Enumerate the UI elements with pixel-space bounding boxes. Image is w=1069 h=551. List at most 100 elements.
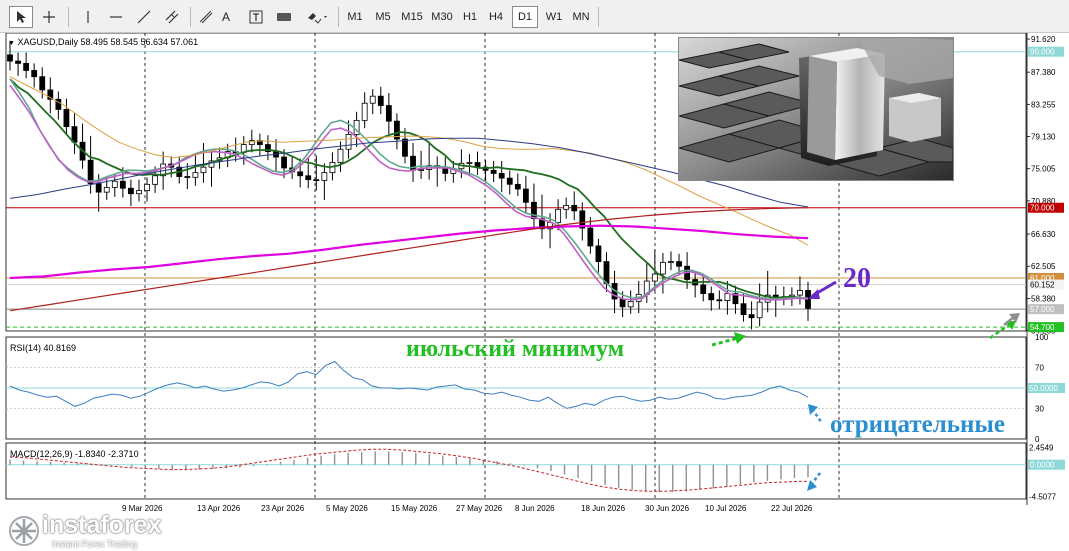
y-tick-label: 58.380 [1031,294,1056,303]
bullish-candle [369,95,376,104]
y-tick-label: 62.505 [1031,262,1056,271]
channel-icon[interactable] [160,6,184,28]
bearish-candle [385,105,392,122]
bearish-candle [377,95,384,106]
level-tag-label: 60.152 [1030,281,1055,290]
rsi-y-tick-label: 70 [1035,364,1044,373]
timeframe-m15-button[interactable]: M15 [398,6,426,28]
toolbar: A M1 M5 M15 M30 H1 H4 D1 W1 MN [0,0,1069,33]
annotation-arrowhead-july-low [734,332,746,344]
text-icon[interactable]: A [214,6,238,28]
bearish-candle [39,76,46,91]
shapes-menu-icon[interactable] [302,6,334,28]
bearish-candle [402,138,408,157]
bearish-candle [700,284,707,294]
level-tag-label: 90.000 [1030,48,1055,57]
bearish-candle [522,188,529,203]
bearish-candle [95,183,102,193]
bearish-candle [281,156,287,169]
x-tick-label: 18 Jun 2026 [581,504,626,513]
x-tick-label: 13 Apr 2026 [197,504,241,513]
x-tick-label: 27 May 2026 [456,504,503,513]
y-tick-label: 66.630 [1031,230,1056,239]
text-label-icon[interactable] [244,6,268,28]
x-tick-label: 30 Jun 2026 [645,504,690,513]
toolbar-separator [190,7,191,27]
bullish-candle [200,166,207,174]
timeframe-d1-button[interactable]: D1 [512,6,538,28]
bearish-candle [571,205,578,212]
bullish-candle [418,169,424,171]
bearish-candle [595,245,602,262]
logo-brand-text: instaforex [42,511,162,539]
rsi-y-tick-label: 100 [1035,333,1049,342]
bearish-candle [313,179,320,182]
bullish-candle [563,205,570,210]
bearish-candle [63,109,70,128]
bullish-candle [466,162,473,164]
y-tick-label: 75.005 [1031,165,1056,174]
bearish-candle [603,261,610,284]
bullish-candle [797,290,803,296]
timeframe-w1-button[interactable]: W1 [541,6,567,28]
annotation-july-low: июльский минимум [406,336,625,362]
toolbar-separator [338,7,339,27]
bullish-candle [337,148,344,163]
rsi-label: RSI(14) 40.8169 [10,343,77,353]
chart-area[interactable]: 9 Mar 2026 13 Apr 2026 23 Apr 2026 5 May 20… [0,33,1069,549]
annotation-arrowhead-macd [807,480,817,491]
toolbar-separator [68,7,69,27]
bullish-candle [756,301,763,319]
ma-red-line [9,207,809,312]
bullish-candle [136,190,142,195]
instaforex-logo: instaforex Instant Forex Trading [6,511,186,551]
bearish-candle [506,177,513,185]
bearish-candle [15,60,21,64]
x-tick-label: 8 Jun 2026 [515,504,555,513]
macd-y-tick-label: -4.5077 [1029,492,1057,501]
toolbar-separator [598,7,599,27]
y-tick-label: 79.130 [1031,133,1056,142]
chart-symbol-header: ▼ XAGUSD,Daily 58.495 58.545 56.634 57.0… [8,37,198,47]
crosshair-icon[interactable] [37,6,61,28]
bearish-candle [119,180,126,189]
silver-bars-image [678,37,954,181]
timeframe-mn-button[interactable]: MN [568,6,594,28]
y-tick-label: 87.380 [1031,68,1056,77]
bearish-candle [676,261,682,267]
timeframe-m5-button[interactable]: M5 [370,6,396,28]
timeframe-m1-button[interactable]: M1 [342,6,368,28]
bullish-candle [651,273,658,282]
timeframe-m30-button[interactable]: M30 [428,6,456,28]
macd-pane-frame [5,442,1027,500]
trendline-icon[interactable] [132,6,156,28]
bearish-candle [619,298,626,308]
rectangle-icon[interactable] [272,6,296,28]
bearish-candle [71,126,78,143]
bullish-candle [144,183,150,191]
bullish-candle [152,175,158,185]
bearish-candle [514,183,521,190]
bearish-candle [23,63,30,71]
macd-y-tick-label: 2.4549 [1029,444,1054,453]
annotation-20: 20 [843,263,871,294]
bullish-candle [345,134,352,150]
bearish-candle [490,169,497,174]
horizontal-line-icon[interactable] [104,6,128,28]
vertical-line-icon[interactable] [76,6,100,28]
bearish-candle [587,227,594,247]
bullish-candle [660,261,666,275]
timeframe-h1-button[interactable]: H1 [458,6,482,28]
cursor-icon[interactable] [9,6,33,28]
macd-y-tick-label: 0.0000 [1030,461,1055,470]
collapse-triangle-icon[interactable]: ▼ [8,40,15,47]
timeframe-h4-button[interactable]: H4 [484,6,508,28]
bullish-candle [192,172,199,178]
bullish-candle [555,208,562,223]
logo-tagline-text: Instant Forex Trading [52,539,138,549]
bearish-candle [184,176,191,178]
level-tag-label: 54.700 [1030,323,1055,332]
x-tick-label: 23 Apr 2026 [261,504,305,513]
macd-label: MACD(12,26,9) -1.8340 -2.3710 [10,449,139,459]
bullish-candle [361,102,368,121]
